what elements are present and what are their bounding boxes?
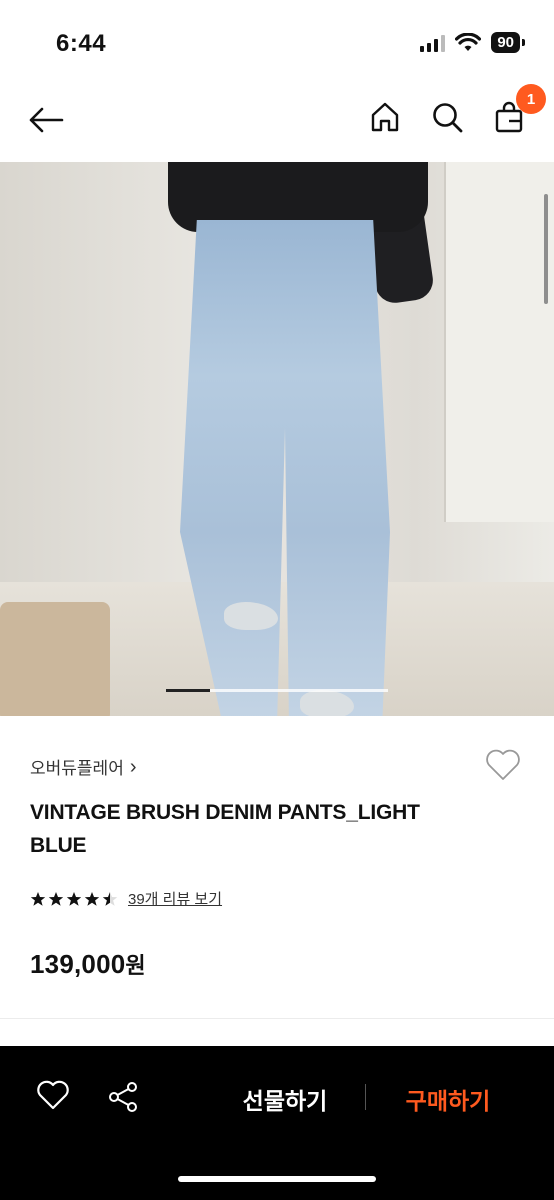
status-bar: 6:44 90 bbox=[0, 0, 554, 80]
product-image-carousel[interactable] bbox=[0, 162, 554, 716]
star-icon bbox=[84, 891, 100, 906]
wifi-icon bbox=[455, 32, 482, 51]
buy-button[interactable]: 구매하기 bbox=[392, 1082, 504, 1116]
wishlist-button[interactable] bbox=[484, 748, 524, 784]
review-link[interactable]: 39개 리뷰 보기 bbox=[128, 888, 222, 909]
bottom-wishlist-button[interactable] bbox=[36, 1080, 70, 1114]
price-value: 139,000 bbox=[30, 949, 126, 979]
chevron-right-icon: › bbox=[129, 755, 137, 778]
search-icon bbox=[433, 103, 463, 133]
image-door bbox=[444, 162, 554, 522]
cart-button[interactable]: 1 bbox=[490, 84, 546, 136]
carousel-progress-thumb bbox=[166, 689, 211, 692]
button-separator bbox=[365, 1084, 366, 1110]
status-time: 6:44 bbox=[56, 30, 107, 57]
share-button[interactable] bbox=[106, 1080, 140, 1114]
price-unit: 원 bbox=[125, 953, 146, 978]
rating-row: 39개 리뷰 보기 bbox=[30, 888, 222, 909]
star-icon bbox=[48, 891, 64, 906]
arrow-left-icon bbox=[29, 107, 64, 133]
gift-button[interactable]: 선물하기 bbox=[232, 1082, 338, 1116]
image-scrollbar bbox=[544, 194, 548, 304]
product-info: 오버듀플레어 › VINTAGE BRUSH DENIM PANTS_LIGHT… bbox=[0, 716, 554, 1018]
heart-outline-icon bbox=[37, 1080, 69, 1110]
home-button[interactable] bbox=[366, 98, 404, 136]
carousel-progress-track bbox=[166, 689, 388, 692]
bottom-action-bar: 선물하기 구매하기 bbox=[0, 1046, 554, 1200]
back-button[interactable] bbox=[28, 102, 68, 138]
cart-count-badge: 1 bbox=[516, 84, 546, 114]
status-icons: 90 bbox=[420, 32, 525, 53]
star-icon bbox=[30, 891, 46, 906]
home-icon bbox=[371, 102, 399, 132]
image-bag bbox=[0, 602, 110, 716]
share-icon bbox=[109, 1082, 137, 1112]
product-title: VINTAGE BRUSH DENIM PANTS_LIGHT BLUE bbox=[30, 801, 420, 857]
nav-actions: 1 bbox=[366, 84, 546, 136]
cellular-signal-icon bbox=[420, 34, 446, 52]
star-rating bbox=[30, 891, 118, 907]
search-button[interactable] bbox=[428, 98, 466, 136]
star-icon bbox=[102, 891, 118, 906]
star-icon bbox=[66, 891, 82, 906]
brand-name: 오버듀플레어 bbox=[30, 759, 124, 778]
brand-link[interactable]: 오버듀플레어 › bbox=[30, 754, 137, 779]
product-price: 139,000원 bbox=[30, 948, 146, 980]
home-indicator bbox=[178, 1176, 376, 1182]
top-nav-bar: 1 bbox=[0, 80, 554, 162]
battery-indicator: 90 bbox=[491, 32, 525, 53]
heart-outline-icon bbox=[486, 749, 520, 780]
section-divider bbox=[0, 1018, 554, 1019]
